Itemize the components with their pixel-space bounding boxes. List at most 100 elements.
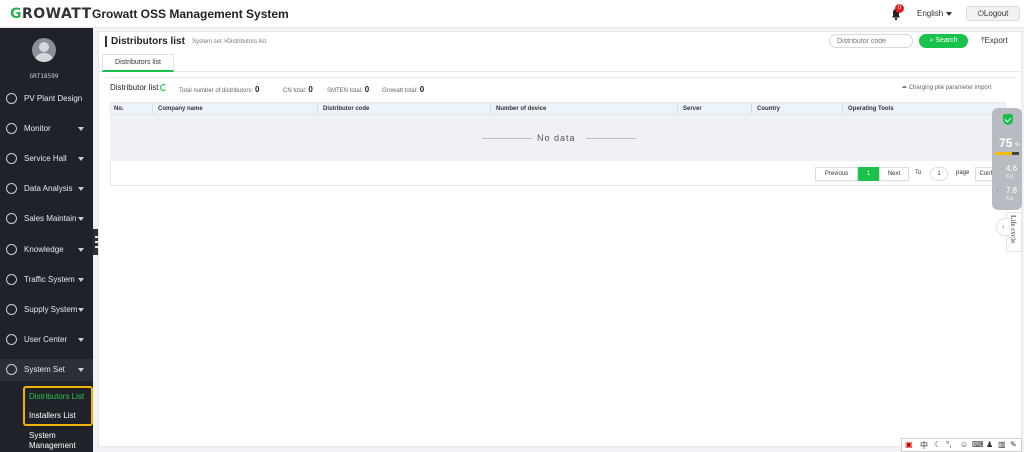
breadcrumb: System set >Distributors list bbox=[192, 39, 267, 45]
table-empty-state: No data bbox=[110, 115, 1006, 161]
sidebar-item-knowledge[interactable]: Knowledge bbox=[0, 239, 93, 261]
sidebar-item-label: User Center bbox=[24, 335, 68, 344]
content-box: Distributor list Total number of distrib… bbox=[105, 77, 1017, 445]
user-id: GRT18599 bbox=[29, 73, 59, 80]
chevron-down-icon bbox=[78, 308, 84, 312]
chevron-down-icon bbox=[78, 278, 84, 282]
next-page-button[interactable]: Next bbox=[879, 167, 909, 181]
moon-icon[interactable]: ☾ bbox=[934, 440, 941, 449]
sidebar-item-label: Traffic System bbox=[24, 275, 75, 284]
sidebar-item-supply-system[interactable]: Supply System bbox=[0, 299, 93, 321]
knowledge-icon bbox=[6, 244, 17, 255]
submenu-item-system-management[interactable]: System Management bbox=[29, 431, 76, 451]
submenu-item-distributors-list[interactable]: Distributors List bbox=[29, 392, 84, 401]
ime-logo-icon[interactable]: ▣ bbox=[905, 440, 913, 449]
avatar[interactable] bbox=[32, 38, 56, 62]
punctuation-icon[interactable]: °, bbox=[946, 440, 951, 449]
main-panel: Distributors list System set >Distributo… bbox=[98, 31, 1022, 447]
sidebar-item-label: Service Hall bbox=[24, 154, 67, 163]
sidebar-item-label: System Set bbox=[24, 365, 65, 374]
sidebar-item-user-center[interactable]: User Center bbox=[0, 329, 93, 351]
charging-pile-import-link[interactable]: ➦ Charging pile parameter import bbox=[902, 84, 991, 91]
widget-score: 75 bbox=[999, 136, 1013, 150]
language-select[interactable]: English bbox=[917, 9, 953, 18]
table-header: No. Company name Distributor code Number… bbox=[110, 102, 1006, 115]
sidebar-item-service-hall[interactable]: Service Hall bbox=[0, 148, 93, 170]
col-header-country[interactable]: Country bbox=[757, 106, 780, 112]
shield-icon bbox=[1003, 114, 1013, 125]
col-header-distributor-code[interactable]: Distributor code bbox=[323, 106, 369, 112]
upload-arrow-icon: ↑ bbox=[996, 166, 999, 172]
sidebar-item-traffic-system[interactable]: Traffic System bbox=[0, 269, 93, 291]
import-icon: ➦ bbox=[902, 85, 908, 91]
chevron-down-icon bbox=[78, 368, 84, 372]
col-header-company-name[interactable]: Company name bbox=[158, 106, 203, 112]
service-hall-icon bbox=[6, 153, 17, 164]
sidebar-item-label: Data Analysis bbox=[24, 184, 73, 193]
pv-design-icon bbox=[6, 93, 17, 104]
no-data-text: No data bbox=[537, 133, 576, 143]
chevron-down-icon bbox=[78, 217, 84, 221]
sidebar-item-label: Monitor bbox=[24, 124, 51, 133]
sales-maintain-icon bbox=[6, 213, 17, 224]
search-button[interactable]: ⌕ Search bbox=[919, 34, 968, 48]
stat-total-distributors: Total number of distributors: 0 bbox=[179, 85, 260, 94]
data-analysis-icon bbox=[6, 183, 17, 194]
sidebar-item-sales-maintain[interactable]: Sales Maintain bbox=[0, 208, 93, 230]
search-icon: ⌕ bbox=[929, 37, 934, 44]
chevron-left-icon[interactable]: ‹ bbox=[996, 218, 1010, 236]
pagination: Previous 1 Next To 1 page Confirm bbox=[110, 161, 1006, 186]
col-header-number-of-device[interactable]: Number of device bbox=[496, 106, 546, 112]
chevron-down-icon bbox=[946, 11, 953, 16]
sidebar-item-monitor[interactable]: Monitor bbox=[0, 118, 93, 140]
skin-icon[interactable]: ♟ bbox=[986, 440, 993, 449]
page-1-button[interactable]: 1 bbox=[858, 167, 879, 181]
widget-score-bar bbox=[995, 152, 1019, 155]
sidebar-item-label: PV Plant Design bbox=[24, 94, 83, 103]
distributor-code-input[interactable] bbox=[829, 34, 913, 48]
page-title: Distributors list bbox=[105, 36, 185, 47]
goto-label: To bbox=[915, 170, 922, 176]
ime-chinese-mode-icon[interactable]: 中 bbox=[920, 440, 928, 451]
notification-badge: 0 bbox=[895, 4, 904, 13]
chevron-down-icon bbox=[78, 248, 84, 252]
col-header-no[interactable]: No. bbox=[114, 106, 124, 112]
monitor-icon bbox=[6, 123, 17, 134]
system-title: Growatt OSS Management System bbox=[92, 7, 289, 21]
user-center-icon bbox=[6, 334, 17, 345]
goto-page-input[interactable]: 1 bbox=[930, 167, 948, 181]
tab-strip: Distributors list bbox=[99, 53, 1021, 72]
col-header-operating-tools[interactable]: Operating Tools bbox=[848, 106, 894, 112]
refresh-icon[interactable] bbox=[160, 84, 168, 91]
chevron-down-icon bbox=[78, 127, 84, 131]
sidebar-item-label: Supply System bbox=[24, 305, 78, 314]
sidebar-item-system-set[interactable]: System Set bbox=[0, 359, 93, 381]
keyboard-icon[interactable]: ⌨ bbox=[972, 440, 984, 449]
logout-button[interactable]: ⏻Logout bbox=[966, 6, 1020, 21]
sidebar-item-data-analysis[interactable]: Data Analysis bbox=[0, 178, 93, 200]
chevron-down-icon bbox=[78, 338, 84, 342]
export-button[interactable]: ⤒Export bbox=[981, 36, 1008, 46]
performance-widget[interactable]: 75 % ↑ 4.6 K/s ↓ 7.8 K/s bbox=[992, 108, 1022, 210]
supply-system-icon bbox=[6, 304, 17, 315]
widget-upload-value: 4.6 bbox=[1006, 164, 1018, 173]
traffic-system-icon bbox=[6, 274, 17, 285]
previous-page-button[interactable]: Previous bbox=[815, 167, 858, 181]
wrench-icon[interactable]: ✎ bbox=[1010, 440, 1017, 449]
col-header-server[interactable]: Server bbox=[683, 106, 702, 112]
stat-growatt-total: Growatt total: 0 bbox=[382, 85, 425, 94]
sidebar-item-pv-plant-design[interactable]: PV Plant Design bbox=[0, 88, 93, 110]
tab-distributors-list[interactable]: Distributors list bbox=[102, 54, 174, 72]
growatt-logo[interactable]: GROWATT bbox=[10, 6, 92, 22]
sidebar-item-label: Sales Maintain bbox=[24, 214, 77, 223]
emoji-icon[interactable]: ☺ bbox=[960, 440, 968, 449]
sidebar-item-label: Knowledge bbox=[24, 245, 64, 254]
shirt-icon[interactable]: ▥ bbox=[998, 440, 1006, 449]
stat-smten-total: SMTEN total: 0 bbox=[327, 85, 370, 94]
list-heading: Distributor list bbox=[110, 83, 168, 92]
submenu-item-installers-list[interactable]: Installers List bbox=[29, 411, 76, 420]
widget-download-value: 7.8 bbox=[1006, 186, 1018, 195]
top-bar: GROWATT Growatt OSS Management System 0 … bbox=[0, 0, 1024, 28]
stat-cn-total: CN total: 0 bbox=[283, 85, 313, 94]
system-set-icon bbox=[6, 364, 17, 375]
